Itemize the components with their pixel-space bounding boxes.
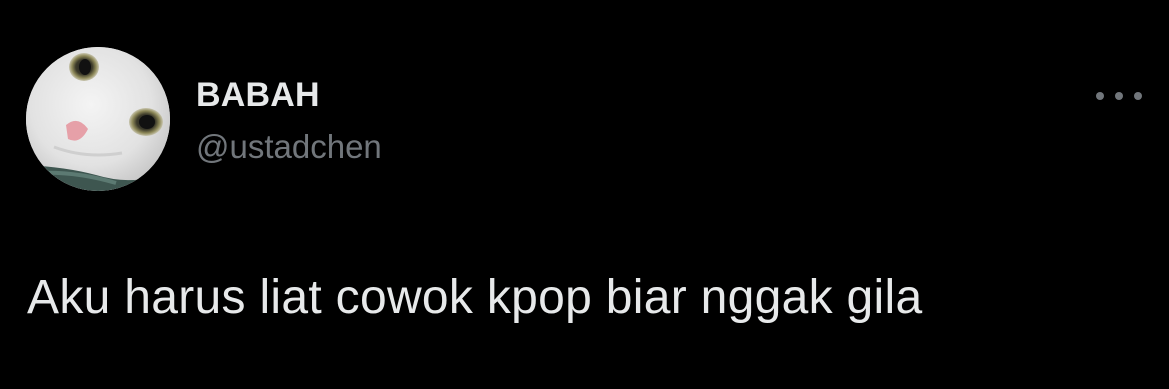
more-dot	[1096, 92, 1104, 100]
tweet-card: BABAH @ustadchen Aku harus liat cowok kp…	[0, 0, 1169, 389]
author-handle[interactable]: @ustadchen	[196, 127, 382, 167]
more-options-icon[interactable]	[1096, 84, 1142, 108]
avatar[interactable]	[26, 47, 170, 191]
more-dot	[1134, 92, 1142, 100]
more-dot	[1115, 92, 1123, 100]
tweet-text: Aku harus liat cowok kpop biar nggak gil…	[27, 271, 923, 324]
author-display-name[interactable]: BABAH	[196, 75, 320, 115]
cat-avatar-icon	[26, 47, 170, 191]
